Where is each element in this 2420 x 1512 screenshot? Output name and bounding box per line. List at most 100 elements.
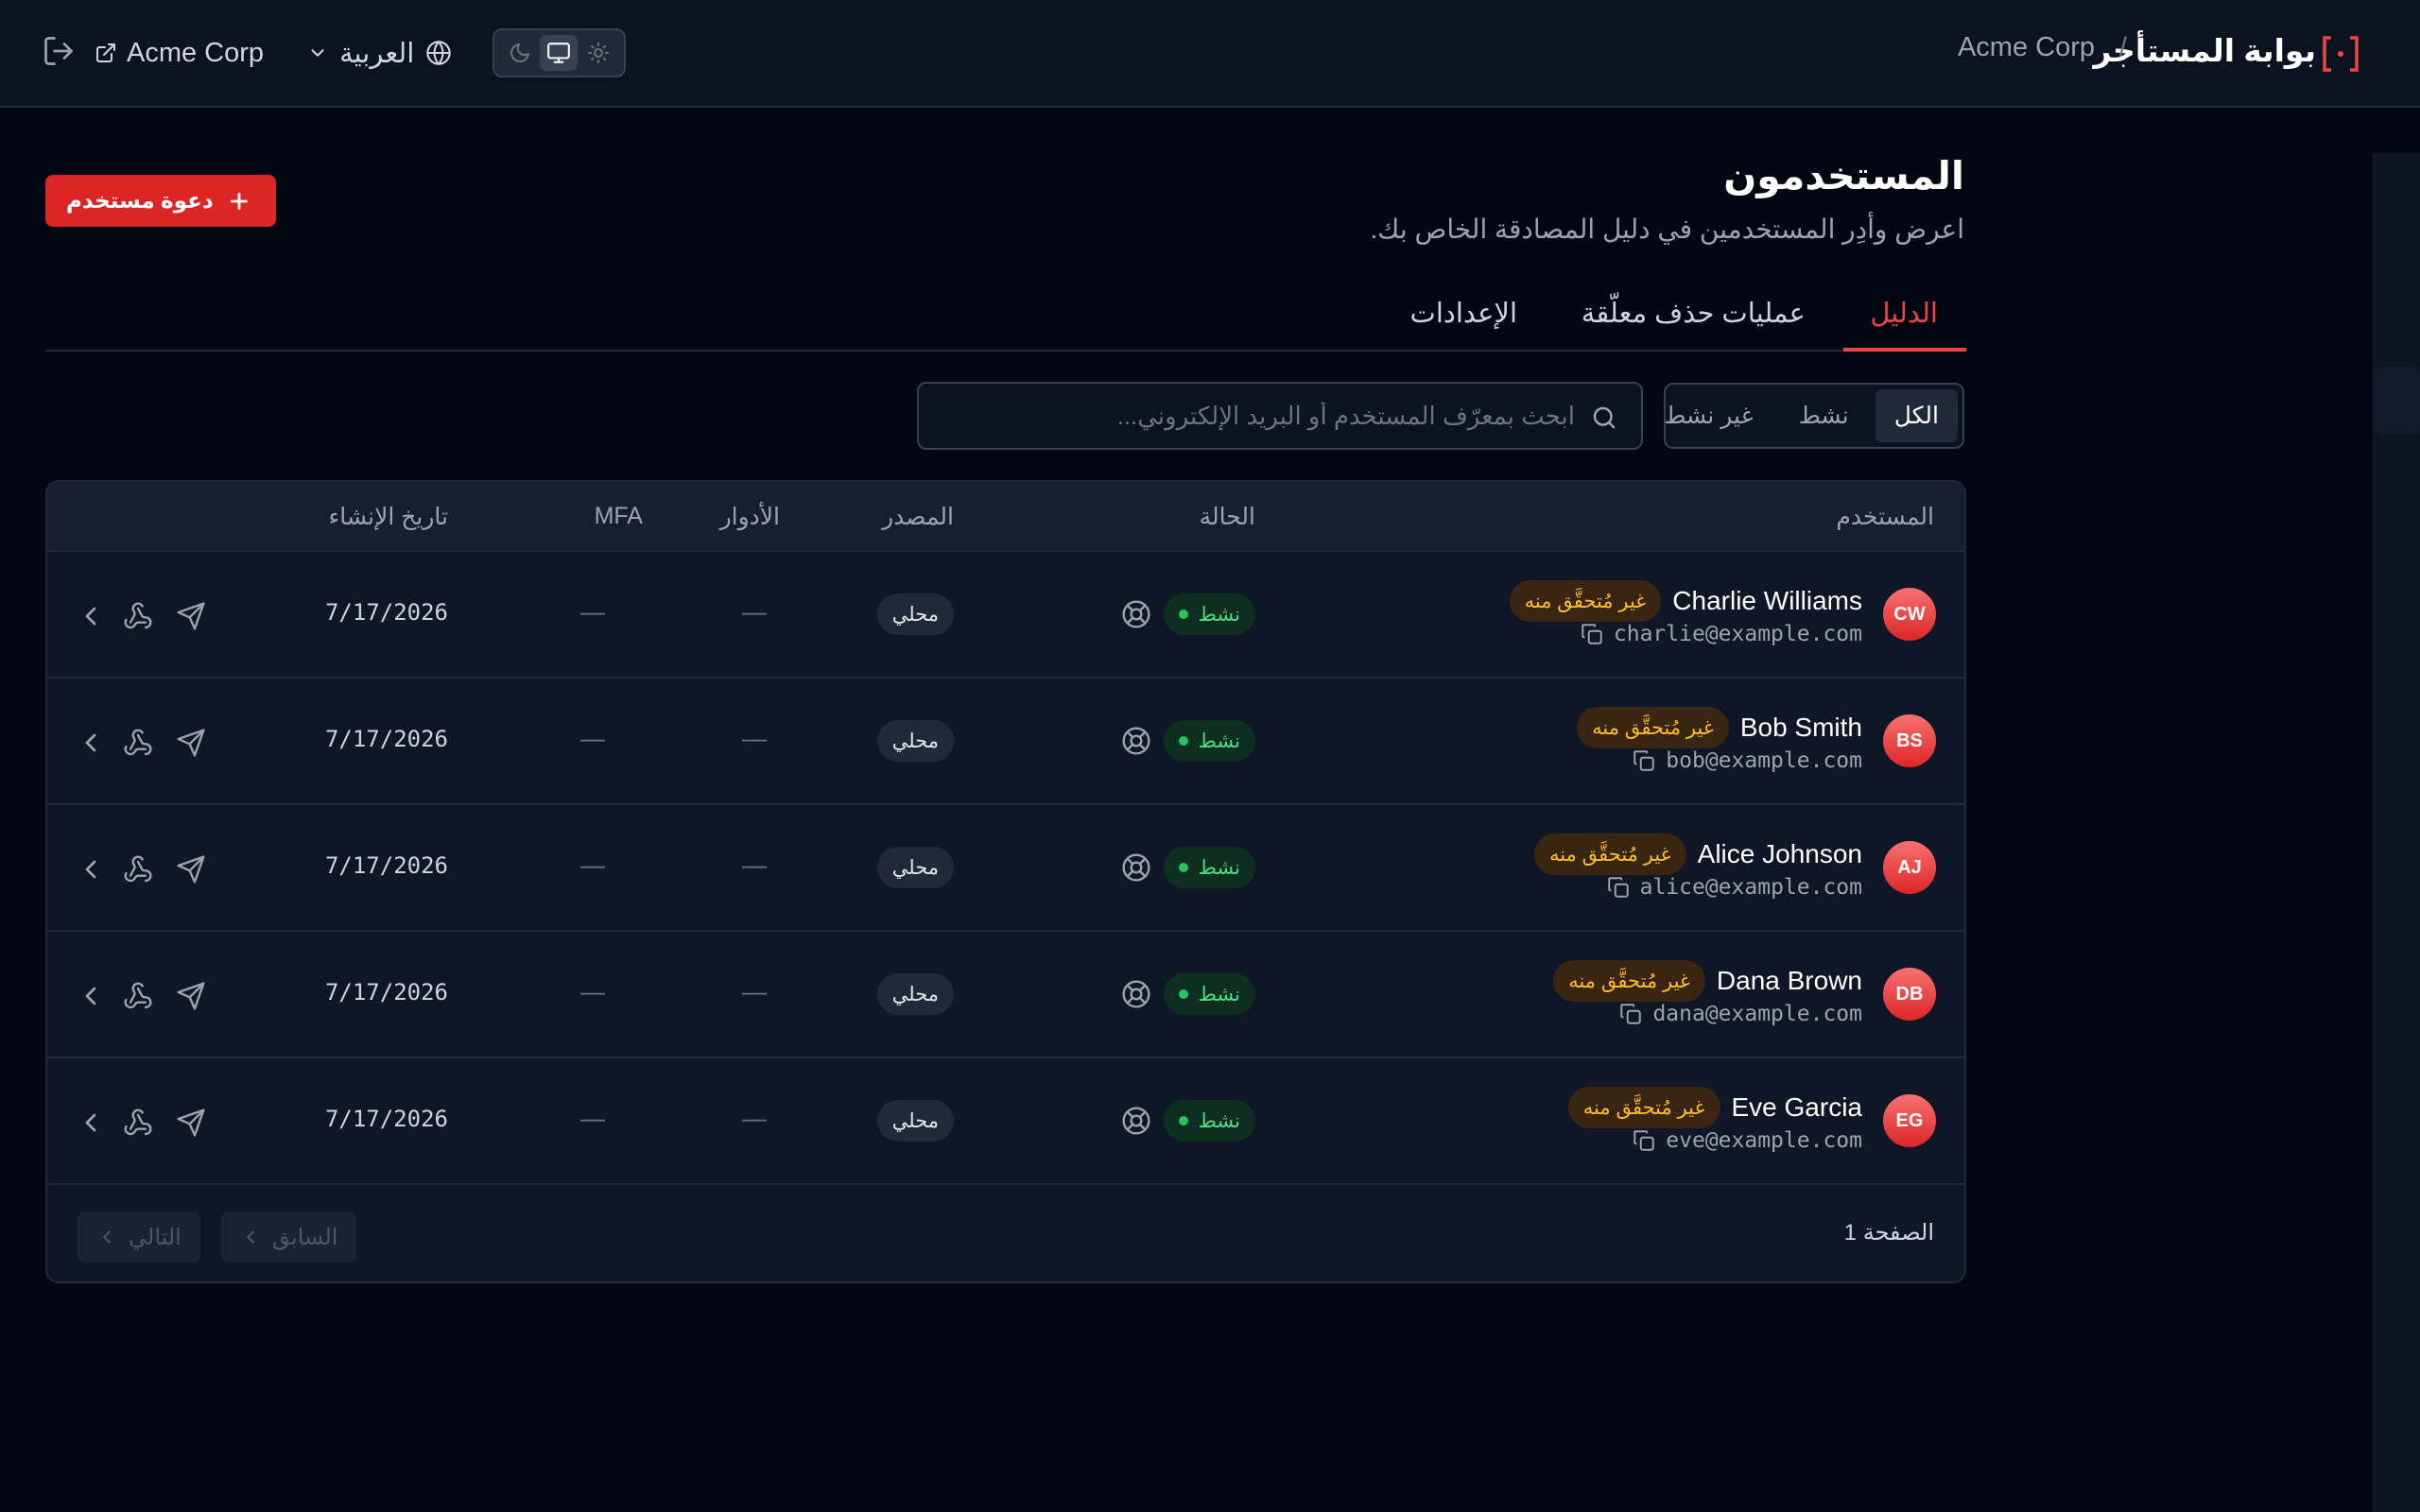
webhook-icon[interactable] bbox=[123, 854, 153, 885]
tab-settings[interactable]: الإعدادات bbox=[1410, 297, 1517, 330]
table-row[interactable]: AJ Alice Johnson غير مُتحقَّق منه alice@… bbox=[47, 805, 1964, 932]
send-icon[interactable] bbox=[176, 981, 206, 1011]
tab-directory[interactable]: الدليل bbox=[1870, 297, 1938, 330]
status-badge: نشط bbox=[1164, 973, 1255, 1015]
column-status: الحالة bbox=[1199, 504, 1255, 530]
logout-button[interactable] bbox=[42, 34, 79, 72]
roles-cell: — bbox=[742, 1104, 767, 1132]
search-input[interactable] bbox=[938, 384, 1575, 448]
status-label: نشط bbox=[1198, 983, 1240, 1005]
lifebuoy-icon[interactable] bbox=[1121, 979, 1151, 1009]
user-email-cell: bob@example.com bbox=[1632, 748, 1862, 773]
status-label: نشط bbox=[1198, 730, 1240, 752]
roles-cell: — bbox=[742, 724, 767, 752]
send-icon[interactable] bbox=[176, 1108, 206, 1138]
org-link[interactable]: Acme Corp bbox=[95, 34, 264, 72]
user-email: dana@example.com bbox=[1652, 1002, 1862, 1026]
filter-all[interactable]: الكل bbox=[1875, 389, 1958, 442]
tab-active-indicator bbox=[1843, 348, 1966, 352]
user-name-cell: Dana Brown غير مُتحقَّق منه bbox=[1553, 960, 1862, 1002]
created-date: 7/17/2026 bbox=[324, 1106, 448, 1132]
tab-pending-deletions[interactable]: عمليات حذف معلّقة bbox=[1582, 297, 1806, 330]
chevron-left-icon[interactable] bbox=[76, 854, 106, 885]
copy-icon[interactable] bbox=[1632, 1128, 1656, 1153]
webhook-icon[interactable] bbox=[123, 981, 153, 1011]
unverified-badge: غير مُتحقَّق منه bbox=[1567, 1087, 1720, 1128]
next-page-button[interactable]: التالي bbox=[78, 1211, 200, 1263]
lifebuoy-icon[interactable] bbox=[1121, 726, 1151, 756]
table-row[interactable]: CW Charlie Williams غير مُتحقَّق منه cha… bbox=[47, 552, 1964, 679]
chevron-left-icon[interactable] bbox=[76, 728, 106, 758]
sun-icon bbox=[587, 42, 610, 64]
chevron-down-icon bbox=[307, 43, 328, 63]
status-label: نشط bbox=[1198, 856, 1240, 879]
copy-icon[interactable] bbox=[1580, 622, 1604, 646]
unverified-badge: غير مُتحقَّق منه bbox=[1553, 960, 1705, 1002]
unverified-badge: غير مُتحقَّق منه bbox=[1509, 580, 1662, 622]
status-badge: نشط bbox=[1164, 1100, 1255, 1142]
org-link-label: Acme Corp bbox=[127, 37, 265, 68]
mfa-cell: — bbox=[580, 724, 605, 752]
invite-user-label: دعوة مستخدم bbox=[66, 188, 214, 213]
theme-system-button[interactable] bbox=[540, 35, 579, 71]
send-icon[interactable] bbox=[176, 854, 206, 885]
previous-page-button[interactable]: السابق bbox=[221, 1211, 357, 1263]
lifebuoy-icon[interactable] bbox=[1121, 852, 1151, 883]
theme-switcher bbox=[493, 28, 626, 77]
avatar: CW bbox=[1883, 588, 1936, 641]
webhook-icon[interactable] bbox=[123, 601, 153, 631]
source-badge: محلي bbox=[876, 720, 954, 762]
column-user: المستخدم bbox=[1836, 504, 1934, 530]
top-bar: بوابة المستأجر / Acme Corp Acme Corp الع… bbox=[0, 0, 2420, 108]
search-box bbox=[917, 382, 1643, 450]
user-email-cell: alice@example.com bbox=[1606, 875, 1862, 900]
user-name: Bob Smith bbox=[1739, 713, 1862, 742]
source-badge: محلي bbox=[876, 847, 954, 888]
status-badge: نشط bbox=[1164, 847, 1255, 888]
page-title: المستخدمون bbox=[1723, 154, 1964, 198]
chevron-left-icon[interactable] bbox=[76, 1108, 106, 1138]
invite-user-button[interactable]: دعوة مستخدم bbox=[45, 175, 276, 227]
send-icon[interactable] bbox=[176, 728, 206, 758]
mfa-cell: — bbox=[580, 977, 605, 1005]
chevron-left-icon[interactable] bbox=[76, 981, 106, 1011]
filter-active[interactable]: نشط bbox=[1780, 389, 1868, 442]
user-name: Dana Brown bbox=[1716, 966, 1862, 995]
mfa-cell: — bbox=[580, 1104, 605, 1132]
column-mfa: MFA bbox=[594, 503, 643, 529]
lifebuoy-icon[interactable] bbox=[1121, 599, 1151, 629]
chevron-left-icon bbox=[96, 1227, 117, 1247]
status-dot bbox=[1179, 1116, 1189, 1125]
send-icon[interactable] bbox=[176, 601, 206, 631]
user-name: Charlie Williams bbox=[1672, 586, 1862, 615]
status-filter: الكل نشط غير نشط bbox=[1664, 383, 1964, 449]
table-row[interactable]: BS Bob Smith غير مُتحقَّق منه bob@exampl… bbox=[47, 679, 1964, 805]
breadcrumb-org[interactable]: Acme Corp bbox=[1958, 32, 2095, 63]
logout-icon bbox=[42, 34, 79, 68]
previous-page-label: السابق bbox=[272, 1224, 338, 1250]
status-label: نشط bbox=[1198, 1109, 1240, 1132]
roles-cell: — bbox=[742, 850, 767, 879]
table-row[interactable]: DB Dana Brown غير مُتحقَّق منه dana@exam… bbox=[47, 932, 1964, 1058]
user-name-cell: Eve Garcia غير مُتحقَّق منه bbox=[1567, 1087, 1862, 1128]
theme-dark-button[interactable] bbox=[501, 35, 539, 71]
table-row[interactable]: EG Eve Garcia غير مُتحقَّق منه eve@examp… bbox=[47, 1058, 1964, 1185]
webhook-icon[interactable] bbox=[123, 1108, 153, 1138]
lifebuoy-icon[interactable] bbox=[1121, 1106, 1151, 1136]
page-scrollbar[interactable] bbox=[2373, 153, 2420, 1512]
external-link-icon bbox=[95, 42, 117, 64]
copy-icon[interactable] bbox=[1606, 875, 1631, 900]
user-name-cell: Bob Smith غير مُتحقَّق منه bbox=[1577, 707, 1862, 748]
status-badge: نشط bbox=[1164, 593, 1255, 635]
language-select[interactable]: العربية bbox=[307, 34, 452, 72]
status-dot bbox=[1179, 610, 1189, 619]
status-badge: نشط bbox=[1164, 720, 1255, 762]
chevron-left-icon[interactable] bbox=[76, 601, 106, 631]
copy-icon[interactable] bbox=[1632, 748, 1656, 773]
theme-light-button[interactable] bbox=[579, 35, 617, 71]
search-icon bbox=[1590, 404, 1618, 432]
webhook-icon[interactable] bbox=[123, 728, 153, 758]
copy-icon[interactable] bbox=[1618, 1002, 1643, 1026]
page-scrollbar-thumb[interactable] bbox=[2375, 367, 2420, 435]
filter-inactive[interactable]: غير نشط bbox=[1645, 389, 1772, 442]
